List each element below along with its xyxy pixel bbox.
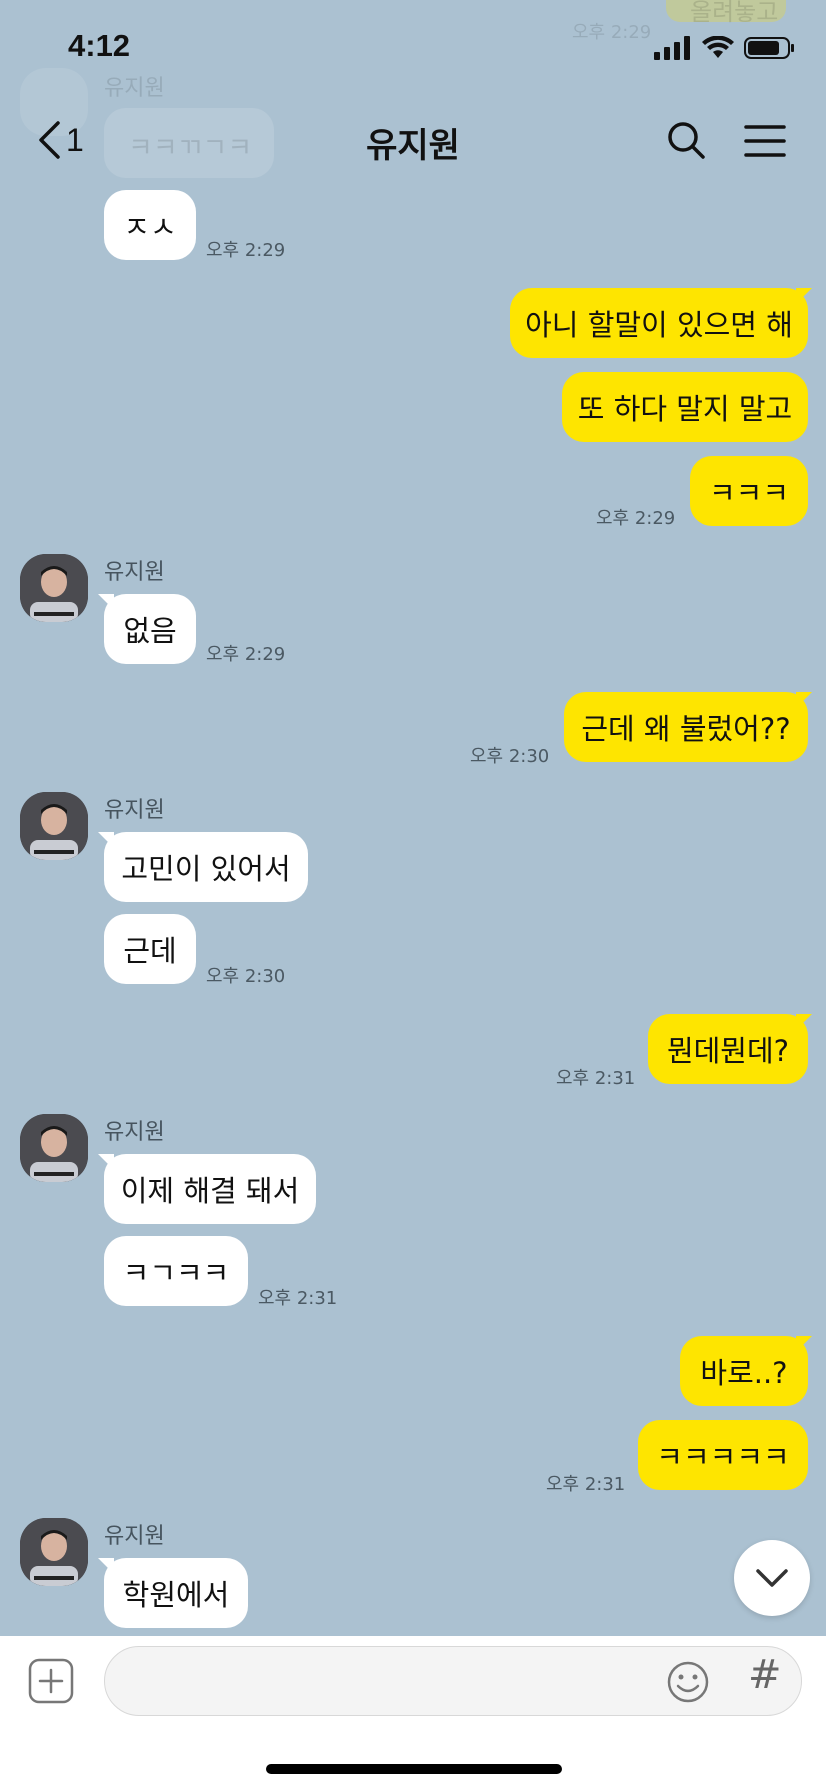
avatar[interactable]	[20, 792, 88, 860]
ghost-sent-time: 오후 2:29	[572, 22, 652, 43]
search-button[interactable]	[666, 120, 706, 164]
menu-button[interactable]	[744, 124, 786, 162]
message-time: 오후 2:30	[206, 966, 286, 987]
emoji-icon	[667, 1661, 709, 1703]
chevron-down-icon	[756, 1569, 788, 1587]
bubble-tail	[796, 1336, 812, 1352]
bubble-tail	[796, 692, 812, 708]
received-message[interactable]: 근데	[104, 914, 196, 984]
message-time: 오후 2:31	[546, 1474, 626, 1495]
message-time: 오후 2:29	[206, 240, 286, 261]
received-message[interactable]: 고민이 있어서	[104, 832, 308, 902]
message-time: 오후 2:31	[556, 1068, 636, 1089]
avatar[interactable]	[20, 554, 88, 622]
signal-icon	[654, 36, 690, 60]
sender-name: 유지원	[104, 1524, 165, 1549]
status-icons	[654, 36, 796, 60]
sender-name: 유지원	[104, 1120, 165, 1145]
attach-button[interactable]	[28, 1658, 74, 1708]
sent-message[interactable]: ㅋㅋㅋㅋㅋ	[638, 1420, 808, 1490]
message-time: 오후 2:29	[206, 644, 286, 665]
search-icon	[668, 122, 705, 159]
sender-name: 유지원	[104, 560, 165, 585]
avatar-photo-icon	[20, 1518, 88, 1586]
scroll-to-bottom-button[interactable]	[734, 1540, 810, 1616]
sent-message[interactable]: 또 하다 말지 말고	[562, 372, 808, 442]
bubble-tail	[796, 288, 812, 304]
sent-message[interactable]: 아니 할말이 있으면 해	[510, 288, 808, 358]
received-message[interactable]: ㅈㅅ	[104, 190, 196, 260]
wifi-icon	[702, 36, 734, 58]
home-indicator	[266, 1764, 562, 1774]
received-message[interactable]: 없음	[104, 594, 196, 664]
sent-message[interactable]: ㅋㅋㅋ	[690, 456, 808, 526]
avatar[interactable]	[20, 1518, 88, 1586]
bubble-tail	[796, 1014, 812, 1030]
sender-name: 유지원	[104, 798, 165, 823]
received-message[interactable]: 이제 해결 돼서	[104, 1154, 316, 1224]
message-time: 오후 2:30	[470, 746, 550, 767]
sent-message[interactable]: 근데 왜 불렀어??	[564, 692, 808, 762]
sent-message[interactable]: 바로..?	[680, 1336, 808, 1406]
message-time: 오후 2:29	[596, 508, 676, 529]
status-time: 4:12	[68, 28, 131, 63]
emoji-button[interactable]	[666, 1660, 710, 1708]
sent-message[interactable]: 뭔데뭔데?	[648, 1014, 808, 1084]
hashtag-button[interactable]: #	[748, 1652, 782, 1698]
received-message[interactable]: 학원에서	[104, 1558, 248, 1628]
avatar[interactable]	[20, 1114, 88, 1182]
plus-square-icon	[28, 1658, 74, 1704]
received-message[interactable]: ㅋㄱㅋㅋ	[104, 1236, 248, 1306]
avatar-photo-icon	[20, 1114, 88, 1182]
menu-icon	[744, 125, 786, 157]
ghost-name: 유지원	[104, 76, 165, 101]
message-time: 오후 2:31	[258, 1288, 338, 1309]
avatar-photo-icon	[20, 554, 88, 622]
battery-icon	[744, 37, 794, 59]
avatar-photo-icon	[20, 792, 88, 860]
ghost-sent-text: 올려놓고	[690, 0, 779, 26]
